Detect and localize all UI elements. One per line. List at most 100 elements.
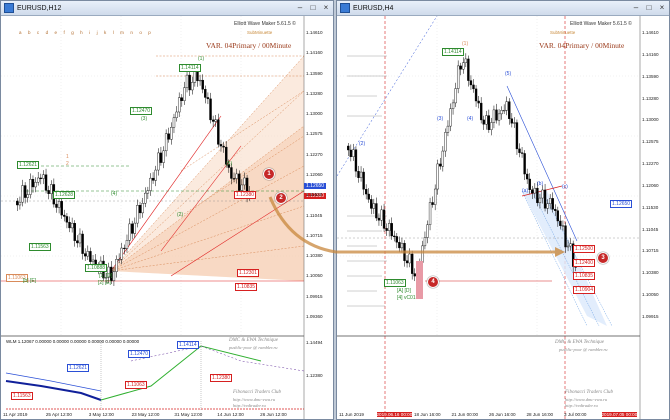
candle-body [518, 148, 521, 153]
window-title: EURUSD,H4 [353, 4, 394, 12]
candle-body [423, 237, 427, 247]
price-label: 1.11563 [29, 243, 51, 251]
annotation-marker: 3 [597, 252, 609, 264]
candle-body [352, 149, 355, 157]
candle-body [133, 222, 137, 234]
candle-body [57, 201, 61, 208]
candle-body [405, 260, 409, 264]
wave-label: (4) [111, 191, 118, 197]
candle-body [372, 203, 376, 209]
wave-label: [A] [D] [397, 288, 411, 294]
candle-body [206, 97, 210, 100]
candle-body [125, 240, 129, 249]
candle-body [201, 79, 204, 90]
candle-body [175, 111, 178, 118]
time-tick: 26 Jun 16:00 [489, 412, 516, 417]
price-label: 1.12400 [573, 259, 596, 267]
candle-body [36, 177, 40, 183]
maximize-icon[interactable]: □ [307, 3, 319, 13]
candle-body [454, 88, 457, 104]
price-label: 1.10835 [573, 272, 596, 280]
candle-body [185, 74, 189, 88]
minimize-icon[interactable]: – [294, 3, 306, 13]
candle-body [487, 115, 491, 130]
candle-body [198, 79, 202, 82]
indicator-label: 1.12380 [210, 374, 233, 382]
candle-body [86, 251, 90, 257]
candle-body [536, 187, 539, 204]
candle-body [42, 174, 45, 179]
candle-body [18, 201, 22, 206]
candle-body [380, 209, 383, 221]
price-tick: 1.09915 [306, 293, 323, 299]
candle-body [367, 193, 370, 200]
time-tick: 21 Jun 00:00 [451, 412, 479, 417]
time-tick: 2019.07.05 00:00 [601, 412, 638, 417]
close-icon[interactable]: × [656, 3, 668, 13]
candle-body [444, 132, 447, 152]
price-label: 1.10888 [85, 264, 108, 272]
candle-body [73, 222, 76, 241]
candle-body [408, 253, 411, 264]
sub-axis-label: 1.12380 [306, 373, 323, 378]
maximize-icon[interactable]: □ [643, 3, 655, 13]
candle-body [446, 125, 450, 133]
time-tick: 23 May 12:00 [131, 412, 160, 417]
candle-body [154, 169, 157, 181]
close-icon[interactable]: × [320, 3, 332, 13]
candle-body [138, 205, 142, 214]
candle-body [474, 88, 478, 102]
time-tick: 31 May 12:00 [174, 412, 203, 417]
indicator-label: 1.11563 [11, 392, 33, 400]
chart-window-eurusd-h4[interactable]: EURUSD,H4 – □ × Elliott Wave Maker 5.61.… [336, 0, 670, 420]
candle-body [449, 108, 452, 127]
window-titlebar[interactable]: EURUSD,H4 – □ × [337, 1, 669, 16]
chart-window-eurusd-h12[interactable]: EURUSD,H12 – □ × Elliott Wave Maker 5.61… [0, 0, 334, 420]
candle-body [548, 198, 552, 204]
candle-body [546, 203, 549, 209]
minimize-icon[interactable]: – [630, 3, 642, 13]
candle-body [515, 122, 519, 150]
price-tick: 1.09915 [642, 314, 659, 319]
signature-line: DMC & EWA Technique [229, 338, 278, 343]
signature-line: http://www.dmc-ewa.ru [233, 397, 276, 402]
time-tick: 26 Jun 12:00 [260, 412, 287, 417]
candle-body [50, 184, 53, 194]
candle-body [70, 222, 74, 229]
wave-label: (c) [562, 184, 568, 190]
wave-label: 2 [66, 161, 69, 167]
candle-body [520, 152, 524, 154]
candle-body [541, 189, 544, 199]
candle-body [403, 242, 406, 261]
candle-body [395, 236, 399, 243]
candle-body [76, 240, 79, 244]
candle-body [55, 203, 58, 208]
price-tick: 1.12575 [642, 139, 659, 145]
candle-body [29, 179, 32, 195]
time-tick: 18 Jun 16:00 [414, 412, 441, 417]
candle-body [26, 194, 29, 198]
candle-body [467, 58, 470, 81]
candle-body [531, 189, 534, 194]
candle-body [112, 271, 116, 281]
price-tick: 1.14610 [306, 30, 323, 35]
chart-icon [4, 3, 14, 13]
candle-body [377, 217, 381, 221]
candle-body [398, 242, 401, 249]
window-titlebar[interactable]: EURUSD,H12 – □ × [1, 1, 333, 16]
candle-body [500, 110, 503, 115]
wave-letters-row: a b c d e f g h i j k l m n o p [19, 30, 154, 35]
candle-body [436, 163, 439, 190]
candle-body [528, 178, 531, 190]
indicator-header: Elliott Wave Maker 5.61.5 © [570, 21, 632, 27]
price-tick: 1.13280 [642, 95, 659, 101]
candle-body [89, 251, 92, 262]
candle-body [230, 167, 233, 179]
wave-label: (5) [505, 71, 512, 77]
candle-body [375, 203, 378, 219]
sub-wave-label: SubMinuette [247, 30, 273, 35]
candle-body [209, 98, 212, 121]
price-chart[interactable]: Elliott Wave Maker 5.61.5 © VAR. 04Prima… [337, 15, 669, 419]
price-chart[interactable]: Elliott Wave Maker 5.61.5 © VAR. 04Prima… [1, 16, 333, 419]
candle-body [362, 171, 365, 190]
